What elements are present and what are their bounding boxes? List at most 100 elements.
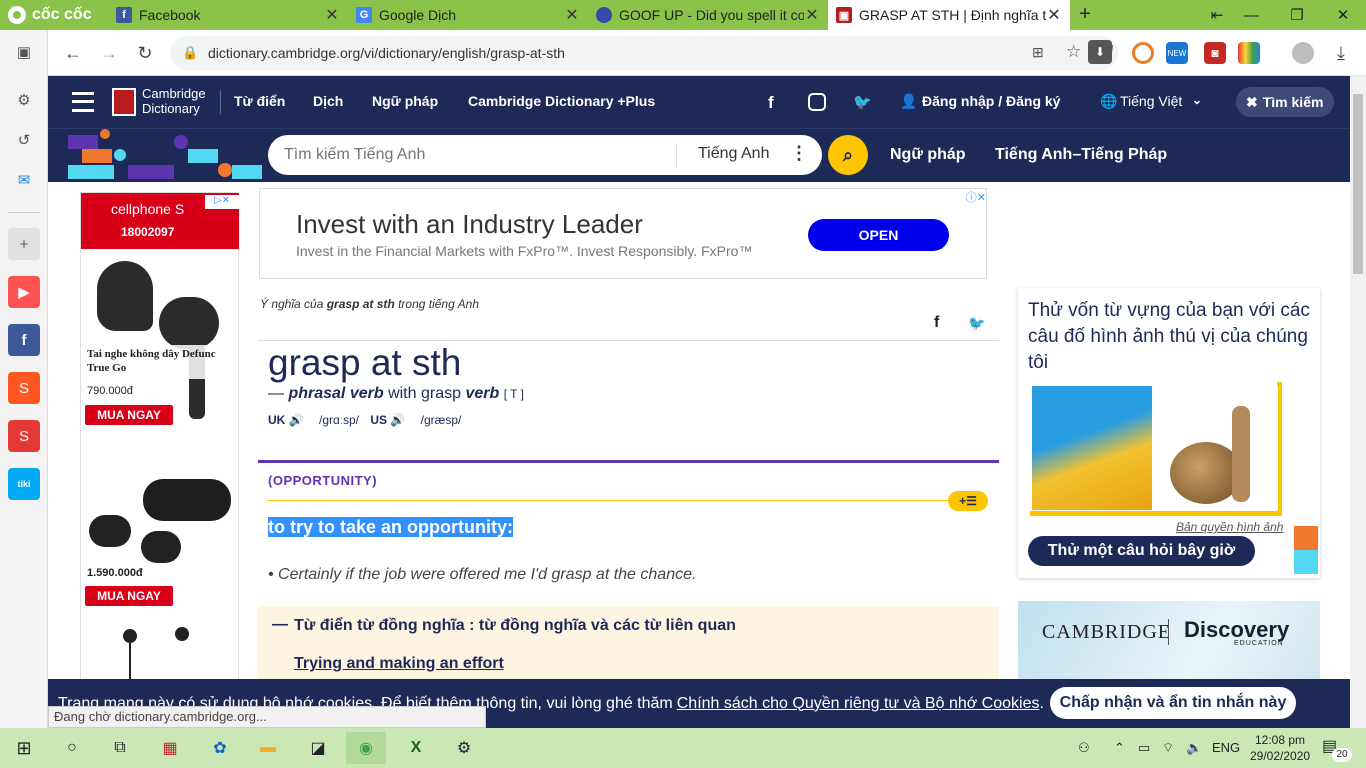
image-copyright-link[interactable]: Bản quyền hình ảnh — [1176, 520, 1283, 534]
close-tab-icon[interactable]: ✕ — [804, 5, 820, 25]
buy-now-button[interactable]: MUA NGAY — [85, 586, 173, 606]
red-ext-icon[interactable]: ◙ — [1204, 42, 1226, 64]
close-window-icon[interactable]: ✕ — [1320, 0, 1366, 30]
people-icon[interactable]: ⚇ — [1078, 740, 1090, 756]
divider — [258, 340, 999, 341]
scrollbar-thumb[interactable] — [1353, 94, 1363, 274]
back-icon[interactable]: ← — [58, 38, 88, 68]
ad-brand-header: cellphone S 18002097 ▷✕ — [81, 193, 239, 249]
app-icon[interactable]: ⚙ — [444, 732, 484, 764]
task-view-icon[interactable]: ⧉ — [100, 732, 140, 764]
coccoc-menu-button[interactable]: cốc cốc — [0, 0, 108, 30]
nav-translate[interactable]: Dịch — [313, 93, 343, 109]
collapse-icon[interactable]: — — [272, 616, 288, 634]
coccoc-taskbar-icon[interactable]: ◉ — [346, 732, 386, 764]
close-tab-icon[interactable]: ✕ — [324, 5, 340, 25]
ad-choices-icon[interactable]: ⓘ✕ — [954, 189, 986, 204]
shopee-icon[interactable]: S — [8, 372, 40, 404]
bookmark-star-icon[interactable]: ☆ — [1066, 42, 1081, 62]
app-icon[interactable]: ◪ — [298, 732, 338, 764]
uk-audio-icon[interactable]: 🔊 — [289, 413, 304, 427]
volume-icon[interactable]: 🔈 — [1186, 740, 1202, 756]
url-bar[interactable]: 🔒 dictionary.cambridge.org/vi/dictionary… — [170, 36, 1118, 70]
search-toggle-button[interactable]: ✖ Tìm kiếm — [1236, 87, 1334, 117]
clock[interactable]: 12:08 pm 29/02/2020 — [1250, 732, 1310, 764]
search-button[interactable]: ⌕ — [828, 135, 868, 175]
twitter-icon[interactable]: 🐦 — [853, 93, 872, 111]
facebook-app-icon[interactable]: f — [8, 324, 40, 356]
globe-icon: 🌐 — [1100, 93, 1118, 109]
language-selector[interactable]: Tiếng Việt — [1120, 93, 1182, 109]
youtube-icon[interactable]: ▶ — [8, 276, 40, 308]
file-explorer-icon[interactable]: ▬ — [248, 732, 288, 764]
tab-facebook[interactable]: f Facebook ✕ — [108, 0, 348, 30]
banner-ad[interactable]: Invest with an Industry Leader Invest in… — [259, 188, 987, 279]
paint-icon[interactable]: ✿ — [200, 732, 240, 764]
subnav-en-fr[interactable]: Tiếng Anh–Tiếng Pháp — [995, 146, 1167, 164]
facebook-icon[interactable]: f — [768, 93, 774, 113]
forward-icon[interactable]: → — [94, 38, 124, 68]
thesaurus-link[interactable]: Trying and making an effort — [294, 655, 504, 673]
share-facebook-icon[interactable]: f — [934, 314, 939, 332]
settings-icon[interactable]: ⚙ — [8, 84, 40, 116]
network-icon[interactable]: ⌔ — [1162, 740, 1174, 756]
site-logo[interactable]: Cambridge Dictionary — [142, 86, 206, 116]
history-icon[interactable]: ↺ — [8, 124, 40, 156]
subnav-grammar[interactable]: Ngữ pháp — [890, 146, 966, 164]
divider — [1168, 619, 1169, 645]
app-icon[interactable]: ▦ — [150, 732, 190, 764]
download-ext-icon[interactable]: ⬇ — [1088, 40, 1112, 64]
thesaurus-title: Từ điển từ đồng nghĩa : từ đồng nghĩa và… — [294, 617, 736, 634]
close-tab-icon[interactable]: ✕ — [1046, 5, 1062, 25]
tiki-icon[interactable]: tiki — [8, 468, 40, 500]
ad-choices-icon[interactable]: ▷✕ — [205, 195, 239, 209]
input-language[interactable]: ENG — [1212, 740, 1240, 755]
translate-icon[interactable]: ⊞ — [1032, 44, 1044, 61]
new-tab-button[interactable]: + — [1074, 3, 1096, 27]
new-ext-icon[interactable]: NEW — [1166, 42, 1188, 64]
add-app-icon[interactable]: + — [8, 228, 40, 260]
try-quiz-button[interactable]: Thử một câu hỏi bây giờ — [1028, 536, 1255, 566]
decor-block — [232, 165, 262, 179]
instagram-icon[interactable] — [808, 93, 826, 111]
restore-icon[interactable]: ❐ — [1274, 0, 1320, 30]
tab-cambridge[interactable]: ▣ GRASP AT STH | Định nghĩa tr ✕ — [828, 0, 1070, 30]
windows-start-icon[interactable]: ⊞ — [4, 732, 44, 764]
search-input[interactable] — [284, 146, 664, 164]
login-link[interactable]: Đăng nhập / Đăng ký — [922, 93, 1060, 109]
nav-grammar[interactable]: Ngữ pháp — [372, 93, 438, 109]
more-options-icon[interactable]: ⋮ — [790, 143, 808, 164]
avatar[interactable] — [1292, 42, 1314, 64]
accept-cookies-button[interactable]: Chấp nhận và ẩn tin nhắn này — [1050, 687, 1296, 719]
page-scrollbar[interactable] — [1350, 76, 1366, 728]
search-circle-icon[interactable]: ○ — [52, 732, 92, 764]
quiz-image-frame[interactable] — [1030, 382, 1282, 516]
minimize-icon[interactable]: — — [1228, 0, 1274, 30]
nav-dictionary[interactable]: Từ điển — [234, 93, 285, 109]
downloads-icon[interactable]: ⤓ — [1326, 38, 1356, 68]
sendo-icon[interactable]: S — [8, 420, 40, 452]
us-audio-icon[interactable]: 🔊 — [390, 413, 405, 427]
share-twitter-icon[interactable]: 🐦 — [968, 315, 985, 332]
close-tab-icon[interactable]: ✕ — [564, 5, 580, 25]
reload-icon[interactable]: ↻ — [130, 38, 160, 68]
buy-now-button[interactable]: MUA NGAY — [85, 405, 173, 425]
ad-open-button[interactable]: OPEN — [808, 219, 949, 251]
privacy-policy-link[interactable]: Chính sách cho Quyền riêng tư và Bộ nhớ … — [677, 695, 1040, 713]
nav-plus[interactable]: Cambridge Dictionary +Plus — [468, 93, 655, 109]
sidebar-toggle-icon[interactable]: ▣ — [8, 36, 40, 68]
logo-line-1: Cambridge — [142, 86, 206, 101]
hamburger-menu-icon[interactable] — [72, 92, 94, 112]
add-to-list-icon[interactable]: +☰ — [948, 491, 988, 511]
excel-icon[interactable]: X — [396, 732, 436, 764]
coccoc-ext-icon[interactable] — [1132, 42, 1154, 64]
messenger-icon[interactable]: ✉ — [8, 164, 40, 196]
color-ext-icon[interactable] — [1238, 42, 1260, 64]
tab-goof-up[interactable]: GOOF UP - Did you spell it co ✕ — [588, 0, 828, 30]
search-language[interactable]: Tiếng Anh — [698, 145, 769, 163]
battery-icon[interactable]: ▭ — [1138, 740, 1150, 756]
tab-google-translate[interactable]: G Google Dịch ✕ — [348, 0, 588, 30]
left-ad[interactable]: cellphone S 18002097 ▷✕ Tai nghe không d… — [80, 192, 239, 728]
divider — [268, 500, 958, 501]
tray-chevron-icon[interactable]: ⌃ — [1114, 740, 1125, 756]
